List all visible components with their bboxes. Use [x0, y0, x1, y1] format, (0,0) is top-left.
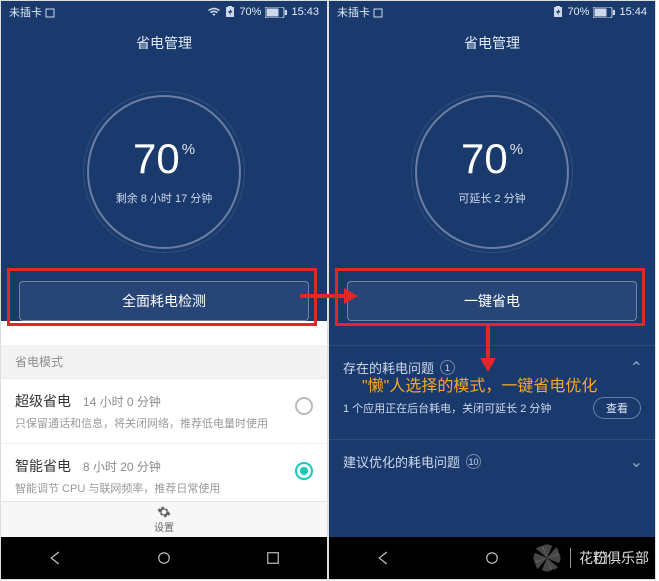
battery-icon	[593, 7, 615, 18]
battery-ring: 70 % 可延长 2 分钟	[329, 59, 655, 281]
one-tap-save-label: 一键省电	[464, 291, 520, 311]
recent-icon[interactable]	[264, 549, 282, 567]
status-bar: 未插卡 70% 15:43	[1, 1, 327, 23]
battery-percent: 70%	[567, 6, 589, 18]
home-icon[interactable]	[155, 549, 173, 567]
mode-item-smart[interactable]: 智能省电 8 小时 20 分钟 智能调节 CPU 与联网频率，推荐日常使用	[1, 444, 327, 509]
huawei-logo-icon	[530, 541, 564, 575]
wifi-icon	[207, 7, 221, 17]
battery-ring: 70 % 剩余 8 小时 17 分钟	[1, 59, 327, 281]
issues-title: 存在的耗电问题	[343, 358, 434, 377]
view-button[interactable]: 查看	[593, 397, 641, 419]
issues-count: 1	[440, 360, 455, 375]
optimize-count: 10	[466, 454, 481, 469]
status-bar: 未插卡 70% 15:44	[329, 1, 655, 23]
footer-settings[interactable]: 设置	[1, 501, 327, 537]
section-label: 省电模式	[1, 345, 327, 379]
full-scan-label: 全面耗电检测	[122, 291, 206, 311]
battery-icon	[265, 7, 287, 18]
chevron-down-icon: ⌄	[630, 452, 643, 472]
mode-duration: 14 小时 0 分钟	[83, 395, 161, 409]
mode-duration: 8 小时 20 分钟	[83, 460, 161, 474]
percent-sign: %	[182, 142, 195, 157]
battery-percent: 70%	[239, 6, 261, 18]
time-remaining: 剩余 8 小时 17 分钟	[116, 190, 213, 206]
gear-icon	[157, 505, 171, 519]
home-icon[interactable]	[483, 549, 501, 567]
battery-saver-icon	[225, 6, 235, 18]
sim-status: 未插卡	[337, 7, 370, 19]
extend-time: 可延长 2 分钟	[458, 190, 525, 206]
power-issues-section[interactable]: 存在的耗电问题 1 ⌃ 1 个应用正在后台耗电，关闭可延长 2 分钟 查看	[329, 345, 655, 431]
clock: 15:44	[619, 6, 647, 18]
back-icon[interactable]	[374, 549, 392, 567]
radio-off-icon[interactable]	[295, 397, 313, 415]
android-navbar	[1, 537, 327, 579]
one-tap-save-button[interactable]: 一键省电	[347, 281, 637, 321]
settings-label: 设置	[154, 519, 174, 534]
chevron-up-icon: ⌃	[630, 358, 643, 378]
mode-item-ultra[interactable]: 超级省电 14 小时 0 分钟 只保留通话和信息，将关闭网络，推荐低电量时使用	[1, 379, 327, 444]
mode-name: 超级省电	[15, 393, 71, 409]
phone-right: 未插卡 70% 15:44 省电管理 70 % 可延长 2 分钟	[328, 0, 656, 580]
watermark: 花粉俱乐部	[530, 541, 649, 575]
battery-value: 70	[461, 138, 508, 180]
page-title: 省电管理	[1, 23, 327, 59]
optimize-section[interactable]: 建议优化的耗电问题 10 ⌄	[329, 439, 655, 483]
battery-value: 70	[133, 138, 180, 180]
sim-status: 未插卡	[9, 7, 42, 19]
nfc-icon	[45, 8, 55, 18]
watermark-text: 花粉俱乐部	[570, 548, 649, 568]
back-icon[interactable]	[46, 549, 64, 567]
issue-detail: 1 个应用正在后台耗电，关闭可延长 2 分钟	[343, 400, 551, 416]
percent-sign: %	[510, 142, 523, 157]
mode-name: 智能省电	[15, 458, 71, 474]
battery-saver-icon	[553, 6, 563, 18]
mode-desc: 智能调节 CPU 与联网频率，推荐日常使用	[15, 480, 295, 496]
mode-desc: 只保留通话和信息，将关闭网络，推荐低电量时使用	[15, 415, 295, 431]
full-scan-button[interactable]: 全面耗电检测	[19, 281, 309, 321]
page-title: 省电管理	[329, 23, 655, 59]
optimize-title: 建议优化的耗电问题	[343, 452, 460, 471]
clock: 15:43	[291, 6, 319, 18]
phone-left: 未插卡 70% 15:43 省电管理 70 % 剩余 8 小时 17 分钟	[0, 0, 328, 580]
nfc-icon	[373, 8, 383, 18]
radio-on-icon[interactable]	[295, 462, 313, 480]
